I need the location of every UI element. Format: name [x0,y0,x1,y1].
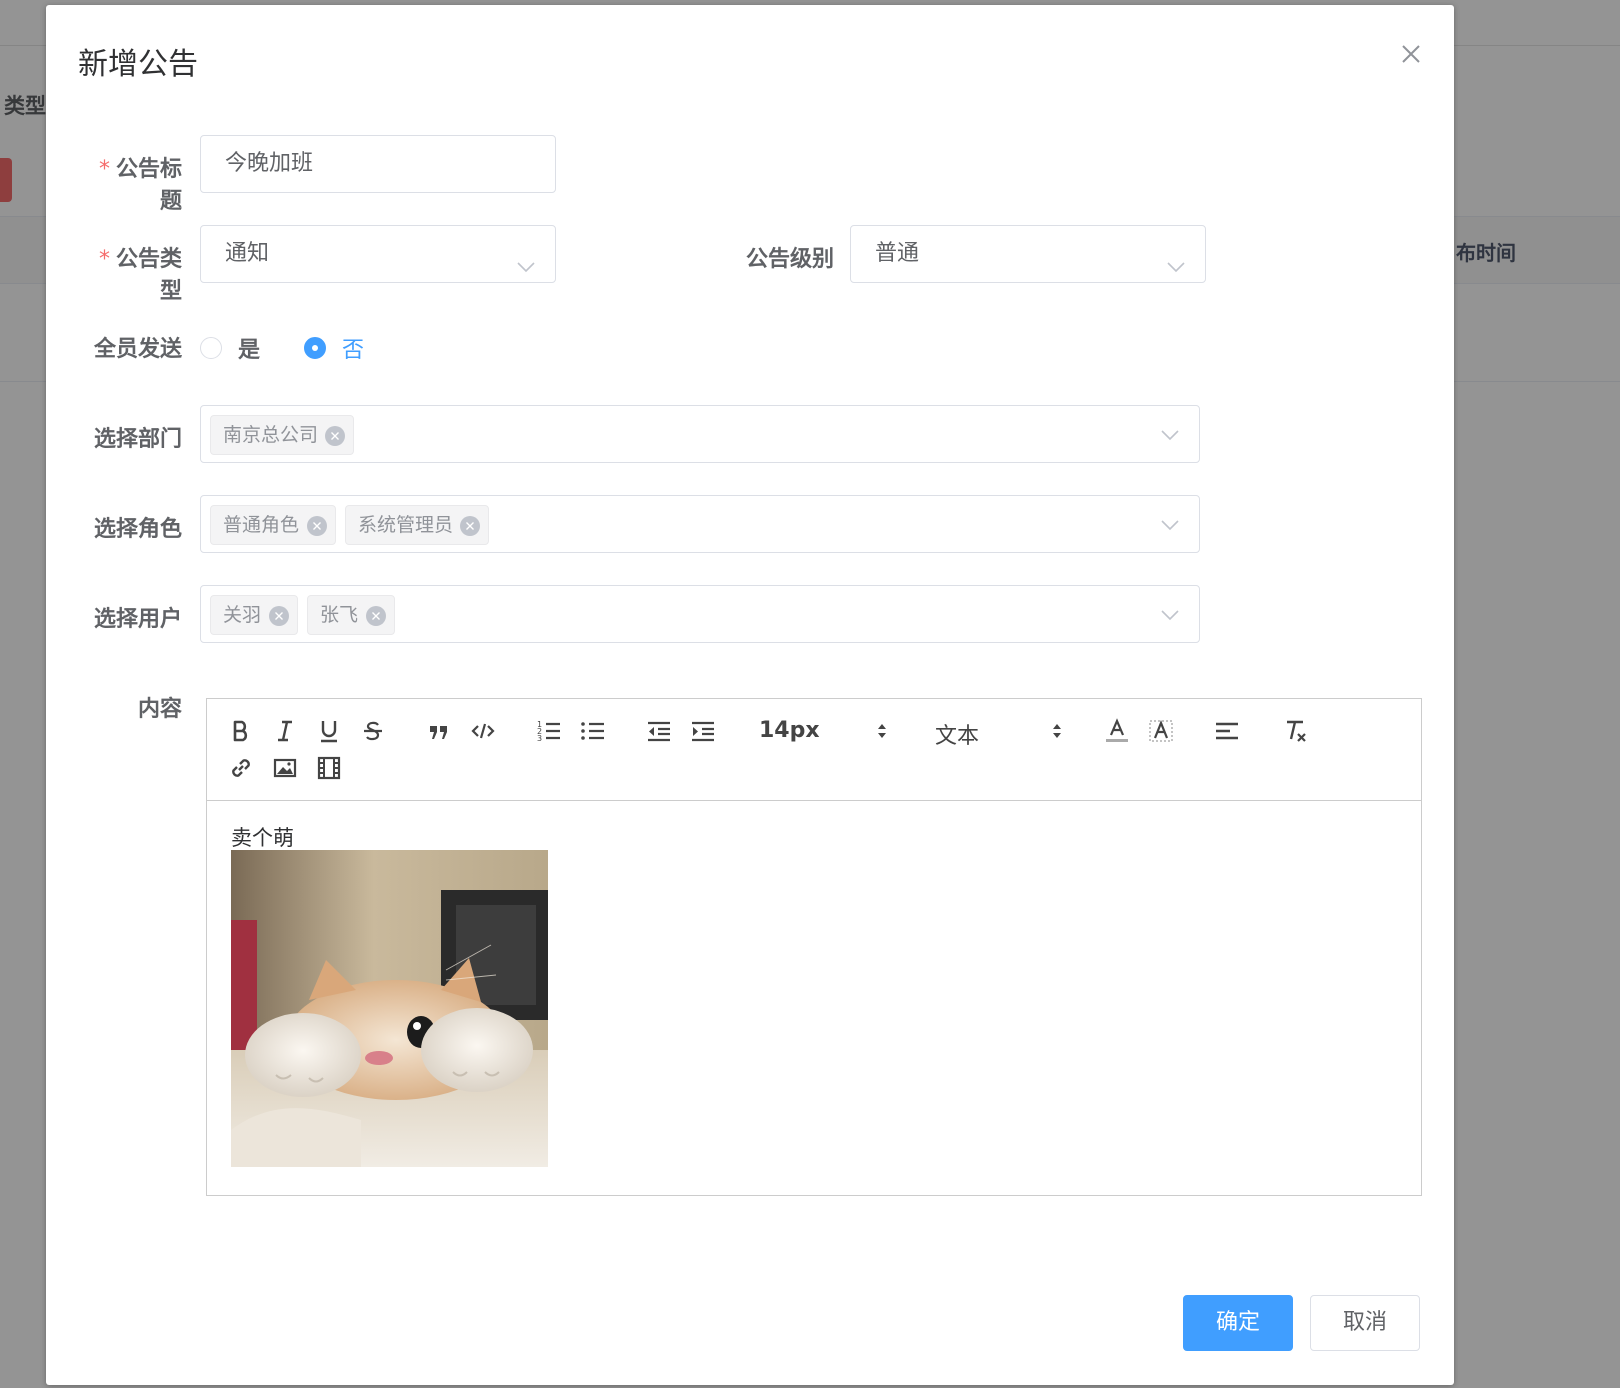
title-label: * 公告标题 [78,151,182,215]
tag-close-icon[interactable] [325,426,345,446]
image-icon[interactable] [271,754,299,782]
tag-close-icon[interactable] [366,606,386,626]
user-label: 选择用户 [93,607,182,632]
clear-format-icon[interactable] [1281,717,1309,745]
role-label: 选择角色 [93,517,182,542]
outdent-icon[interactable] [645,717,673,745]
video-icon[interactable] [315,754,343,782]
send-all-label: 全员发送 [93,337,182,362]
dept-select[interactable]: 南京总公司 [200,405,1200,463]
tag-close-icon[interactable] [307,516,327,536]
type-label: * 公告类型 [78,241,182,305]
tag-close-icon[interactable] [460,516,480,536]
confirm-button[interactable]: 确定 [1183,1295,1293,1351]
type-label-text: 公告类型 [115,247,182,304]
rich-text-editor: 123 14px 文本 卖个萌 [206,698,1422,1196]
user-tag: 张飞 [307,595,395,635]
dialog-title: 新增公告 [78,47,198,82]
type-select-value: 通知 [225,241,270,266]
role-select[interactable]: 普通角色 系统管理员 [200,495,1200,553]
chevron-down-icon [1159,514,1181,536]
level-select-value: 普通 [875,241,920,266]
chevron-down-icon [1165,244,1187,273]
close-icon[interactable] [1396,39,1426,69]
dept-label: 选择部门 [93,427,182,452]
header-picker[interactable]: 文本 [935,718,979,750]
radio-yes-label: 是 [238,338,261,363]
content-text: 卖个萌 [231,826,294,850]
radio-yes-circle[interactable] [200,337,222,359]
required-mark: * [98,247,110,272]
content-label: 内容 [137,697,182,722]
chevron-down-icon [1159,424,1181,446]
level-select[interactable]: 普通 [850,225,1206,283]
user-tag: 关羽 [210,595,298,635]
radio-no-label: 否 [342,338,365,363]
dept-tag: 南京总公司 [210,415,354,455]
editor-toolbar: 123 14px 文本 [207,699,1421,801]
chevron-down-icon [1159,604,1181,626]
role-tag: 系统管理员 [345,505,489,545]
italic-icon[interactable] [271,717,299,745]
strike-icon[interactable] [359,717,387,745]
svg-text:3: 3 [537,734,542,743]
underline-icon[interactable] [315,717,343,745]
radio-yes[interactable]: 是 [200,332,260,364]
cat-image[interactable] [231,850,548,1167]
font-size-picker[interactable]: 14px [759,718,820,743]
picker-arrows-icon[interactable] [875,721,889,741]
font-color-icon[interactable] [1103,717,1131,745]
chevron-down-icon [515,244,537,273]
blockquote-icon[interactable] [425,717,453,745]
background-color-icon[interactable] [1147,717,1175,745]
code-block-icon[interactable] [469,717,497,745]
user-select[interactable]: 关羽 张飞 [200,585,1200,643]
bold-icon[interactable] [227,717,255,745]
role-tag: 普通角色 [210,505,336,545]
cancel-button[interactable]: 取消 [1310,1295,1420,1351]
bullet-list-icon[interactable] [579,717,607,745]
link-icon[interactable] [227,754,255,782]
title-input[interactable]: 今晚加班 [200,135,556,193]
role-tag-label: 系统管理员 [358,514,454,536]
tag-close-icon[interactable] [269,606,289,626]
indent-icon[interactable] [689,717,717,745]
ordered-list-icon[interactable]: 123 [535,717,563,745]
user-tag-label: 张飞 [320,604,359,626]
role-tag-label: 普通角色 [223,514,300,536]
title-label-text: 公告标题 [115,157,182,214]
editor-content[interactable]: 卖个萌 [207,802,1421,1195]
dept-tag-label: 南京总公司 [223,424,319,446]
align-icon[interactable] [1213,717,1241,745]
radio-no[interactable]: 否 [304,332,364,364]
required-mark: * [98,157,110,182]
level-label: 公告级别 [745,247,834,272]
type-select[interactable]: 通知 [200,225,556,283]
radio-no-circle[interactable] [304,337,326,359]
user-tag-label: 关羽 [223,604,262,626]
picker-arrows-icon[interactable] [1050,721,1064,741]
